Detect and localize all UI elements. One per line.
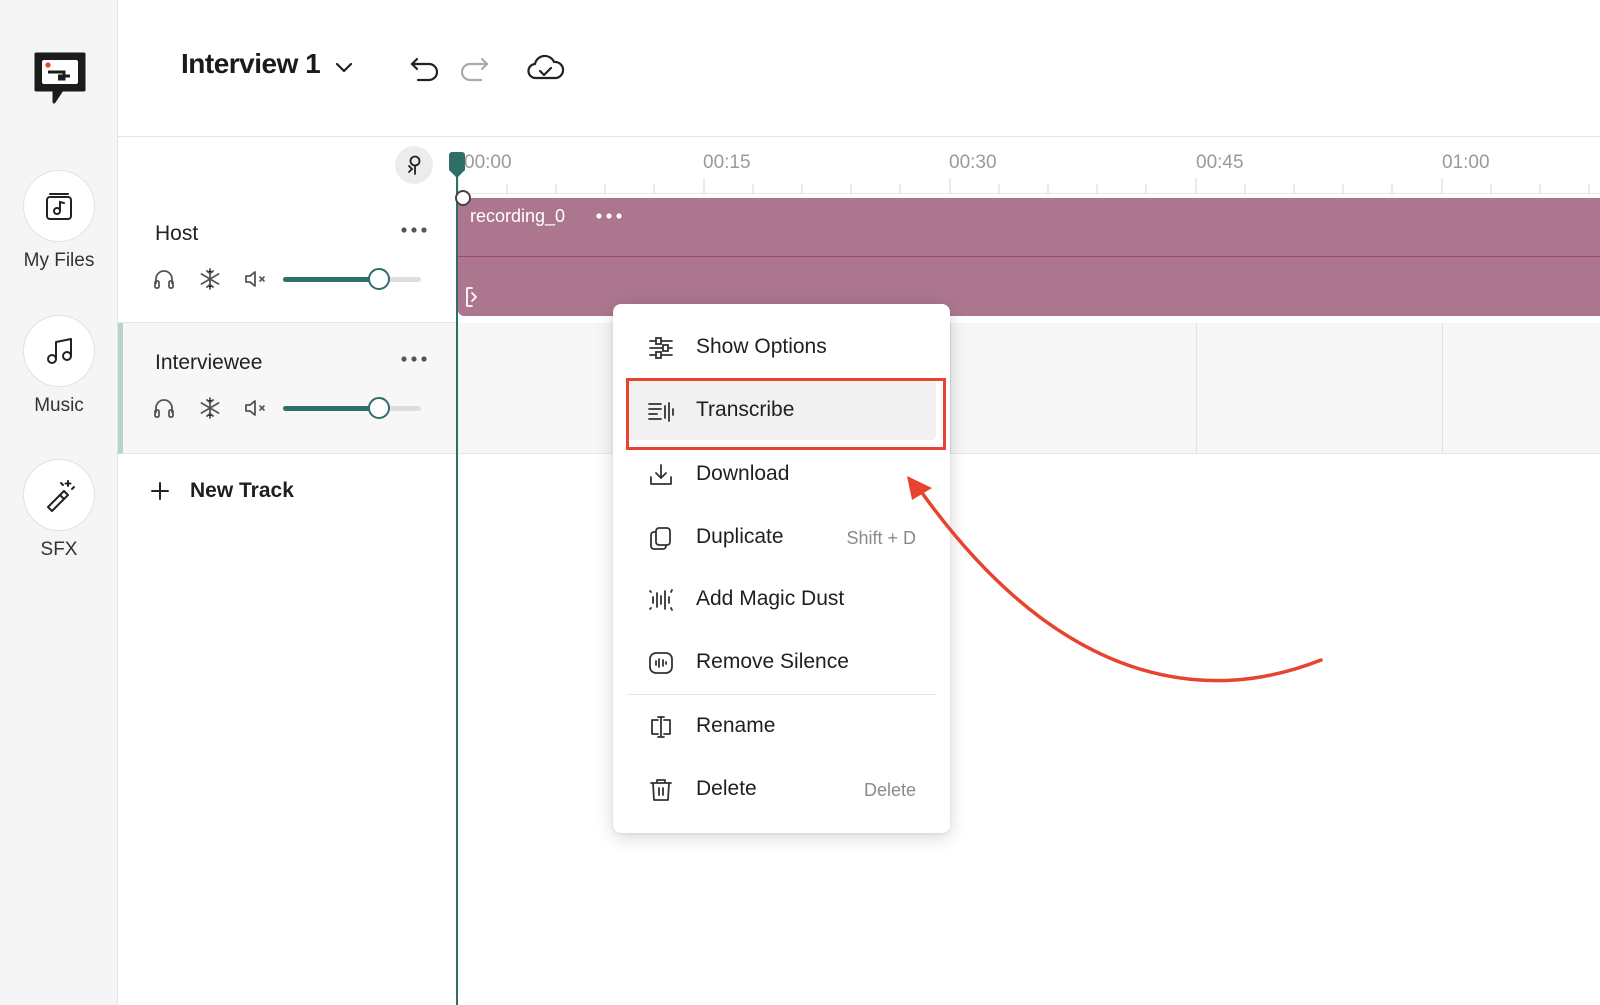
clip-trim-handle-icon[interactable] [464, 286, 480, 308]
sidebar-item-music[interactable]: Music [0, 315, 118, 417]
more-options-icon[interactable] [398, 220, 430, 240]
music-note-icon [23, 315, 95, 387]
remove-silence-icon [647, 649, 675, 677]
menu-item-label: Add Magic Dust [696, 587, 845, 610]
track-header-interviewee[interactable]: Interviewee [118, 323, 458, 454]
download-icon [647, 461, 675, 489]
audio-clip[interactable]: recording_0 [458, 198, 1600, 316]
redo-icon[interactable] [454, 48, 494, 88]
headphones-icon[interactable] [151, 266, 177, 292]
menu-item-rename[interactable]: Rename [627, 696, 936, 756]
ruler-tick-label: 00:00 [464, 152, 512, 173]
undo-icon[interactable] [405, 48, 445, 88]
top-header: Interview 1 [118, 0, 1600, 137]
menu-item-shortcut: Delete [863, 780, 916, 800]
project-title[interactable]: Interview 1 [181, 48, 321, 80]
volume-slider-handle[interactable] [368, 397, 390, 419]
headphones-icon[interactable] [151, 395, 177, 421]
sliders-icon [647, 334, 675, 362]
track-header-host[interactable]: Host [118, 194, 458, 323]
cloud-saved-icon[interactable] [525, 48, 565, 88]
clip-more-options-icon[interactable] [594, 206, 624, 226]
speech-bubble-logo-icon[interactable] [32, 48, 88, 108]
clip-waveform [458, 256, 1600, 257]
volume-slider[interactable] [283, 268, 421, 290]
trash-icon [647, 776, 675, 804]
snowflake-icon[interactable] [197, 266, 223, 292]
menu-item-label: Show Options [696, 335, 827, 358]
ruler-tick-label: 00:15 [703, 152, 751, 173]
duplicate-icon [647, 524, 675, 552]
playhead-handle-icon[interactable] [447, 152, 467, 180]
ruler-ticks [458, 178, 1590, 194]
playhead-line[interactable] [456, 176, 458, 1005]
magnet-pin-icon [408, 155, 421, 175]
menu-item-label: Remove Silence [696, 650, 849, 673]
new-track-button[interactable]: New Track [148, 476, 294, 506]
menu-item-label: Delete [696, 777, 757, 800]
sidebar-item-label: My Files [23, 250, 95, 271]
annotation-highlight-box [626, 378, 946, 450]
music-file-icon [23, 170, 95, 242]
sidebar-item-my-files[interactable]: My Files [0, 170, 118, 272]
snap-toggle-button[interactable] [395, 146, 433, 184]
magic-dust-icon [647, 586, 675, 614]
timeline-ruler[interactable]: 00:00 00:15 00:30 00:45 01:00 [458, 138, 1600, 194]
track-name[interactable]: Host [155, 222, 198, 246]
menu-item-label: Duplicate [696, 525, 784, 548]
menu-item-show-options[interactable]: Show Options [627, 317, 936, 377]
more-options-icon[interactable] [398, 349, 430, 369]
menu-item-label: Download [696, 462, 790, 485]
playhead-marker[interactable] [455, 190, 471, 206]
snowflake-icon[interactable] [197, 395, 223, 421]
mute-icon[interactable] [243, 266, 269, 292]
sidebar-item-sfx[interactable]: SFX [0, 459, 118, 561]
new-track-label: New Track [190, 479, 294, 502]
plus-icon [151, 482, 169, 500]
clip-name: recording_0 [470, 206, 566, 226]
magic-wand-icon [23, 459, 95, 531]
menu-item-label: Rename [696, 714, 776, 737]
sidebar-item-label: SFX [40, 539, 78, 560]
mute-icon[interactable] [243, 395, 269, 421]
chevron-down-icon[interactable] [333, 56, 355, 78]
rename-icon [647, 713, 675, 741]
left-sidebar: My Files Music SFX [0, 0, 118, 1005]
ruler-tick-label: 00:45 [1196, 152, 1244, 173]
annotation-arrow-icon [890, 460, 1340, 700]
ruler-tick-label: 01:00 [1442, 152, 1490, 173]
ruler-tick-label: 00:30 [949, 152, 997, 173]
sidebar-item-label: Music [34, 395, 84, 416]
track-name[interactable]: Interviewee [155, 351, 262, 375]
volume-slider[interactable] [283, 397, 421, 419]
volume-slider-handle[interactable] [368, 268, 390, 290]
menu-item-delete[interactable]: Delete Delete [627, 759, 936, 819]
